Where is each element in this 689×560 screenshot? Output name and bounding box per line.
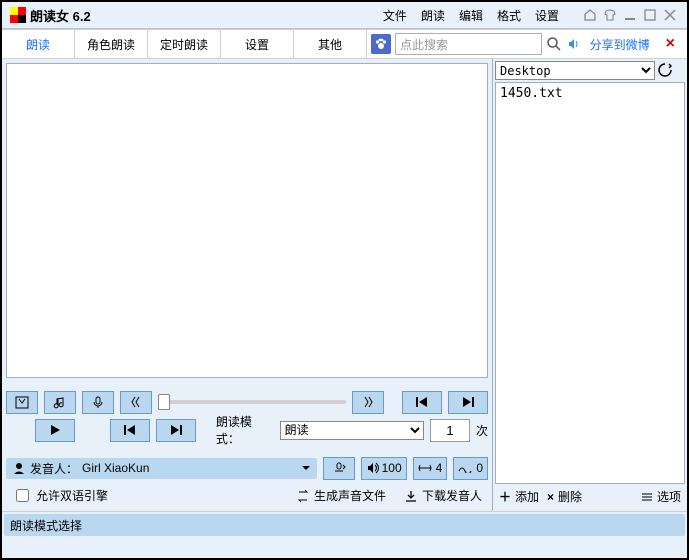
chevron-down-icon: [301, 463, 311, 473]
pitch-button[interactable]: 0: [453, 457, 488, 480]
speaker-label: 发音人：: [30, 460, 78, 477]
add-button[interactable]: ＋添加: [499, 488, 539, 505]
shirt-icon[interactable]: [603, 8, 617, 22]
next-track-button[interactable]: [448, 391, 488, 414]
options-button[interactable]: 选项: [641, 488, 681, 505]
download-icon: [404, 489, 418, 503]
close-window-icon[interactable]: [663, 8, 677, 22]
menu-settings[interactable]: 设置: [535, 7, 559, 24]
search-input[interactable]: 点此搜索: [395, 33, 542, 55]
tab-bar: 朗读 角色朗读 定时朗读 设置 其他 点此搜索 分享到微博 ×: [2, 29, 687, 59]
speed-value: 4: [436, 461, 443, 475]
menu-format[interactable]: 格式: [497, 7, 521, 24]
play-button[interactable]: [35, 419, 75, 442]
tab-role[interactable]: 角色朗读: [75, 30, 148, 58]
next-button[interactable]: [156, 419, 196, 442]
minimize-icon[interactable]: [623, 8, 637, 22]
dual-engine-label: 允许双语引擎: [36, 487, 108, 504]
sound-icon[interactable]: [566, 36, 582, 52]
speed-icon: [418, 463, 432, 473]
menu-icon: [641, 491, 653, 503]
count-input[interactable]: [430, 419, 470, 442]
maximize-icon[interactable]: [643, 8, 657, 22]
refresh-icon[interactable]: [657, 62, 675, 80]
share-link[interactable]: 分享到微博: [586, 36, 654, 53]
prev-button[interactable]: [110, 419, 150, 442]
mode-label: 朗读模式：: [216, 413, 274, 447]
home-icon[interactable]: [583, 8, 597, 22]
repeat-icon: [296, 489, 310, 503]
pitch-icon: [458, 463, 472, 473]
close-icon[interactable]: ×: [658, 35, 683, 53]
file-item[interactable]: 1450.txt: [498, 85, 682, 102]
left-panel: 朗读模式： 朗读 次 发音人： Girl XiaoKun: [2, 59, 493, 511]
app-title: 朗读女 6.2: [30, 6, 91, 25]
mic-settings-button[interactable]: [323, 457, 355, 480]
menu-read[interactable]: 朗读: [421, 7, 445, 24]
folder-select[interactable]: Desktop: [495, 61, 655, 80]
titlebar: 朗读女 6.2 文件 朗读 编辑 格式 设置: [2, 2, 687, 29]
delete-button[interactable]: ×删除: [547, 488, 582, 505]
tab-other[interactable]: 其他: [294, 30, 367, 58]
speaker-select[interactable]: 发音人： Girl XiaoKun: [6, 458, 317, 479]
tab-read[interactable]: 朗读: [2, 30, 75, 58]
search-icon[interactable]: [546, 36, 562, 52]
status-text: 朗读模式选择: [10, 517, 82, 534]
mic-button[interactable]: [82, 391, 114, 414]
paw-icon[interactable]: [371, 34, 391, 54]
volume-icon: [366, 462, 380, 474]
mode-select[interactable]: 朗读: [280, 421, 424, 440]
count-suffix: 次: [476, 422, 488, 439]
progress-slider[interactable]: [158, 400, 346, 404]
slider-min-button[interactable]: [120, 391, 152, 414]
music-button[interactable]: [44, 391, 76, 414]
right-panel: Desktop 1450.txt ＋添加 ×删除 选项: [493, 59, 687, 511]
prev-track-button[interactable]: [402, 391, 442, 414]
volume-button[interactable]: 100: [361, 457, 407, 480]
dict-button[interactable]: [6, 391, 38, 414]
status-bar: 朗读模式选择: [4, 514, 685, 536]
gen-audio-button[interactable]: 生成声音文件: [296, 487, 386, 504]
app-icon: [10, 7, 26, 23]
menu-edit[interactable]: 编辑: [459, 7, 483, 24]
slider-max-button[interactable]: [352, 391, 384, 414]
menubar: 文件 朗读 编辑 格式 设置: [383, 7, 683, 24]
speed-button[interactable]: 4: [413, 457, 448, 480]
speaker-value: Girl XiaoKun: [82, 461, 149, 475]
dual-engine-checkbox[interactable]: [16, 489, 29, 502]
person-icon: [12, 461, 26, 475]
download-voice-button[interactable]: 下载发音人: [404, 487, 482, 504]
tab-timer[interactable]: 定时朗读: [148, 30, 221, 58]
text-area[interactable]: [6, 63, 488, 378]
menu-file[interactable]: 文件: [383, 7, 407, 24]
volume-value: 100: [382, 461, 402, 475]
pitch-value: 0: [476, 461, 483, 475]
file-list[interactable]: 1450.txt: [495, 82, 685, 484]
tab-settings[interactable]: 设置: [221, 30, 294, 58]
